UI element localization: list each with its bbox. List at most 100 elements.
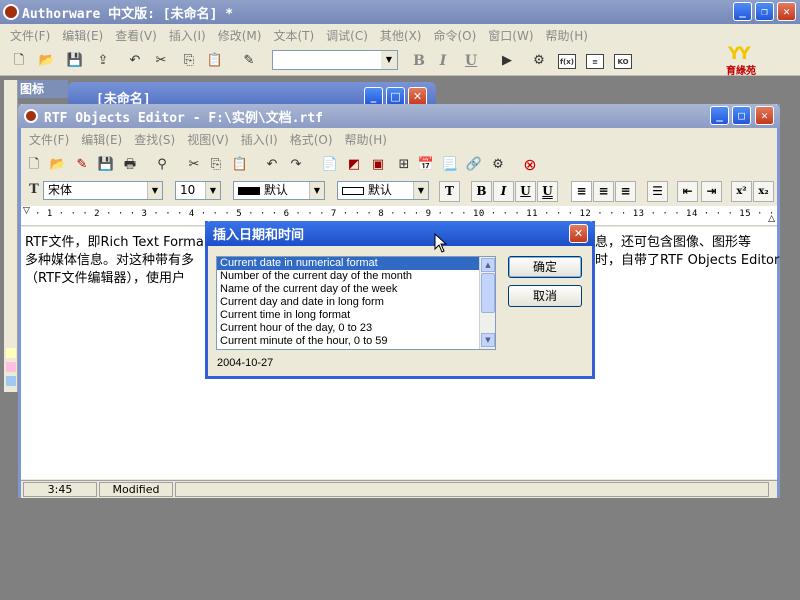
print-icon[interactable]: 🖶 [121,156,139,174]
restore-button[interactable]: ❐ [755,2,774,21]
close-button[interactable]: ✕ [777,2,796,21]
cancel-button[interactable]: 取消 [508,285,582,307]
insert-file-icon[interactable]: 📄 [321,156,339,174]
rtf-menu-help[interactable]: 帮助(H) [339,131,393,148]
decrease-indent-button[interactable]: ⇤ [677,181,698,202]
italic-button[interactable]: I [493,181,514,202]
menu-window[interactable]: 窗口(W) [482,27,539,44]
control-panel-icon[interactable]: ⚙ [530,52,548,70]
color-swatch-yellow[interactable] [6,348,16,358]
text-color-select[interactable]: 默认 ▼ [233,181,325,200]
underline-icon[interactable]: U [462,52,480,70]
menu-edit[interactable]: 编辑(E) [56,27,109,44]
rtf-menu-format[interactable]: 格式(O) [284,131,339,148]
list-item[interactable]: Name of the current day of the week [217,283,495,296]
undo-icon[interactable]: ↶ [263,156,281,174]
rtf-menu-file[interactable]: 文件(F) [23,131,75,148]
align-center-button[interactable]: ≡ [593,181,614,202]
rtf-maximize-button[interactable]: □ [732,106,751,125]
rtf-close-button[interactable]: ✕ [755,106,774,125]
menu-help[interactable]: 帮助(H) [540,27,594,44]
underline-button[interactable]: U [515,181,536,202]
menu-file[interactable]: 文件(F) [4,27,56,44]
ok-button[interactable]: 确定 [508,256,582,278]
increase-indent-button[interactable]: ⇥ [701,181,722,202]
icon-panel[interactable] [4,80,18,392]
subscript-button[interactable]: x₂ [753,181,774,202]
italic-icon[interactable]: I [434,52,452,70]
menu-debug[interactable]: 调试(C) [320,27,374,44]
find-icon[interactable]: ✎ [240,52,258,70]
list-scrollbar[interactable]: ▲ ▼ [479,257,495,349]
insert-image-icon[interactable]: ▣ [369,156,387,174]
insert-symbol-icon[interactable]: ⊞ [395,156,413,174]
rtf-menu-find[interactable]: 查找(S) [128,131,181,148]
superscript-button[interactable]: x² [731,181,752,202]
color-swatch-blue[interactable] [6,376,16,386]
paste-icon[interactable]: 📋 [206,52,224,70]
right-indent-marker-icon[interactable]: △ [768,214,775,224]
back-color-select[interactable]: 默认 ▼ [337,181,429,200]
menu-other[interactable]: 其他(X) [374,27,428,44]
variables-icon[interactable]: ≡ [586,54,604,69]
list-item[interactable]: Current minute of the hour, 0 to 59 [217,335,495,348]
save-all-icon[interactable]: 💾 [66,52,84,70]
edit-doc-icon[interactable]: ✎ [73,156,91,174]
run-icon[interactable]: ▶ [498,52,516,70]
list-item[interactable]: Current hour of the day, 0 to 23 [217,322,495,335]
list-item[interactable]: Number of the current day of the month [217,270,495,283]
align-left-button[interactable]: ≡ [571,181,592,202]
menu-text[interactable]: 文本(T) [267,27,320,44]
bullet-list-button[interactable]: ☰ [647,181,668,202]
stop-icon[interactable]: ⊗ [521,156,539,174]
left-indent-marker-icon[interactable]: ▽ [23,206,30,216]
insert-hyperlink-icon[interactable]: 🔗 [465,156,483,174]
dialog-close-button[interactable]: ✕ [569,224,588,243]
color-swatch-pink[interactable] [6,362,16,372]
binoculars-icon[interactable]: ⚲ [153,156,171,174]
import-icon[interactable]: ⇪ [94,52,112,70]
open-folder-icon[interactable]: 📂 [38,52,56,70]
scroll-up-icon[interactable]: ▲ [481,258,495,272]
paste-icon[interactable]: 📋 [231,156,249,174]
insert-date-icon[interactable]: 📅 [417,156,435,174]
menu-command[interactable]: 命令(O) [427,27,482,44]
redo-icon[interactable]: ↷ [287,156,305,174]
rtf-minimize-button[interactable]: _ [710,106,729,125]
font-name-select[interactable]: 宋体 ▼ [43,181,163,200]
bold-button[interactable]: B [471,181,492,202]
menu-insert[interactable]: 插入(I) [163,27,212,44]
undo-icon[interactable]: ↶ [126,52,144,70]
double-underline-button[interactable]: U [537,181,558,202]
minimize-button[interactable]: _ [733,2,752,21]
functions-icon[interactable]: f(x) [558,54,576,69]
cut-icon[interactable]: ✂ [185,156,203,174]
rtf-menu-insert[interactable]: 插入(I) [235,131,284,148]
scroll-down-icon[interactable]: ▼ [481,333,495,347]
new-file-icon[interactable]: 🗋 [10,52,28,70]
date-format-list[interactable]: Current date in numerical format Number … [216,256,496,350]
rtf-menu-edit[interactable]: 编辑(E) [75,131,128,148]
knowledge-objects-icon[interactable]: KO [614,54,632,69]
align-right-button[interactable]: ≡ [615,181,636,202]
font-size-select[interactable]: 10 ▼ [175,181,221,200]
insert-object-icon[interactable]: ◩ [345,156,363,174]
rtf-menu-view[interactable]: 视图(V) [181,131,235,148]
copy-icon[interactable]: ⎘ [180,52,198,70]
save-doc-icon[interactable]: 💾 [97,156,115,174]
font-dialog-button[interactable]: T [439,181,460,202]
properties-icon[interactable]: ⚙ [489,156,507,174]
copy-icon[interactable]: ⎘ [207,156,225,174]
list-item[interactable]: Current day and date in long form [217,296,495,309]
cut-icon[interactable]: ✂ [152,52,170,70]
menu-modify[interactable]: 修改(M) [212,27,268,44]
list-item[interactable]: Current date in numerical format [217,257,495,270]
menu-view[interactable]: 查看(V) [109,27,163,44]
new-doc-icon[interactable]: 🗋 [25,156,43,174]
text-style-dropdown[interactable]: ▼ [272,50,398,70]
scroll-thumb[interactable] [481,273,495,313]
insert-page-break-icon[interactable]: 📃 [441,156,459,174]
bold-icon[interactable]: B [410,52,428,70]
open-doc-icon[interactable]: 📂 [49,156,67,174]
list-item[interactable]: Current time in long format [217,309,495,322]
